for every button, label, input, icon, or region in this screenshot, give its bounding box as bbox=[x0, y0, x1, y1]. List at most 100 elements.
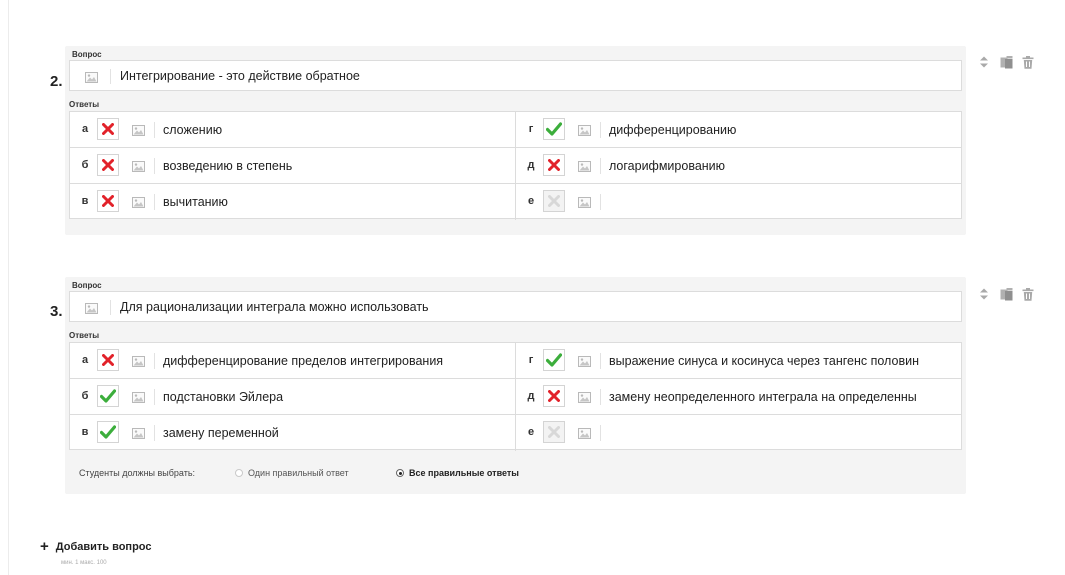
answer-text[interactable]: логарифмированию bbox=[609, 159, 725, 173]
cross-icon[interactable] bbox=[97, 190, 119, 212]
check-icon[interactable] bbox=[543, 349, 565, 371]
cross-icon[interactable] bbox=[97, 154, 119, 176]
image-icon[interactable] bbox=[132, 390, 145, 408]
question-field[interactable]: Для рационализации интеграла можно испол… bbox=[69, 291, 962, 322]
image-icon[interactable] bbox=[578, 123, 591, 141]
add-question-button[interactable]: + Добавить вопрос bbox=[40, 538, 152, 555]
divider bbox=[600, 353, 601, 369]
question-block: 3. Вопрос Для рационализации интеграла м… bbox=[50, 277, 966, 494]
copy-icon[interactable] bbox=[999, 287, 1013, 301]
divider bbox=[600, 122, 601, 138]
radio-dot-selected[interactable] bbox=[396, 469, 404, 477]
answer-letter: д bbox=[527, 390, 535, 402]
copy-icon[interactable] bbox=[999, 55, 1013, 69]
question-tools bbox=[977, 55, 1035, 69]
trash-icon[interactable] bbox=[1021, 287, 1035, 301]
answer-letter: г bbox=[528, 354, 534, 366]
image-icon[interactable] bbox=[132, 426, 145, 444]
image-icon[interactable] bbox=[578, 159, 591, 177]
divider bbox=[154, 194, 155, 210]
divider bbox=[600, 158, 601, 174]
left-divider bbox=[8, 0, 9, 575]
cross-icon[interactable] bbox=[543, 154, 565, 176]
answer-text[interactable]: дифференцирование пределов интегрировани… bbox=[163, 354, 443, 368]
question-field[interactable]: Интегрирование - это действие обратное bbox=[69, 60, 962, 91]
check-icon[interactable] bbox=[97, 421, 119, 443]
radio-dot[interactable] bbox=[235, 469, 243, 477]
image-icon[interactable] bbox=[578, 354, 591, 372]
answer-text[interactable]: замену неопределенного интеграла на опре… bbox=[609, 390, 917, 404]
answer-row: д логарифмированию bbox=[516, 148, 961, 184]
answer-row: д замену неопределенного интеграла на опр… bbox=[516, 379, 961, 415]
question-text[interactable]: Интегрирование - это действие обратное bbox=[120, 69, 360, 83]
divider bbox=[600, 425, 601, 441]
question-text[interactable]: Для рационализации интеграла можно испол… bbox=[120, 300, 429, 314]
cross-icon[interactable] bbox=[543, 385, 565, 407]
image-icon[interactable] bbox=[132, 354, 145, 372]
answer-letter: б bbox=[81, 390, 89, 402]
move-icon[interactable] bbox=[977, 55, 991, 69]
divider bbox=[110, 300, 111, 315]
divider bbox=[600, 194, 601, 210]
divider bbox=[600, 389, 601, 405]
students-choice-label: Студенты должны выбрать: bbox=[79, 468, 196, 478]
answers-label: Ответы bbox=[69, 100, 100, 109]
image-icon[interactable] bbox=[132, 195, 145, 213]
answer-text[interactable]: вычитанию bbox=[163, 195, 228, 209]
answer-text[interactable]: замену переменной bbox=[163, 426, 279, 440]
radio-label: Один правильный ответ bbox=[248, 468, 349, 478]
image-icon[interactable] bbox=[578, 390, 591, 408]
answer-letter: а bbox=[81, 123, 89, 135]
plus-icon: + bbox=[40, 538, 49, 555]
divider bbox=[110, 69, 111, 84]
image-icon[interactable] bbox=[132, 123, 145, 141]
answer-row: а дифференцирование пределов интегрирован… bbox=[70, 343, 516, 379]
answer-row: г дифференцированию bbox=[516, 112, 961, 148]
image-icon[interactable] bbox=[132, 159, 145, 177]
divider bbox=[154, 425, 155, 441]
radio-all-correct[interactable]: Все правильные ответы bbox=[396, 468, 519, 478]
question-label: Вопрос bbox=[72, 50, 102, 59]
answer-text[interactable]: сложению bbox=[163, 123, 222, 137]
answer-row: б подстановки Эйлера bbox=[70, 379, 516, 415]
answers-label: Ответы bbox=[69, 331, 100, 340]
answers-grid: а дифференцирование пределов интегрирован… bbox=[69, 342, 962, 451]
trash-icon[interactable] bbox=[1021, 55, 1035, 69]
answers-grid: а сложению б возведению в степень в вычитанию… bbox=[69, 111, 962, 220]
answer-letter: а bbox=[81, 354, 89, 366]
move-icon[interactable] bbox=[977, 287, 991, 301]
question-label: Вопрос bbox=[72, 281, 102, 290]
cross-icon[interactable] bbox=[97, 349, 119, 371]
answer-row: а сложению bbox=[70, 112, 516, 148]
answer-text[interactable]: подстановки Эйлера bbox=[163, 390, 283, 404]
answer-text[interactable]: выражение синуса и косинуса через танген… bbox=[609, 354, 919, 368]
check-icon[interactable] bbox=[543, 118, 565, 140]
answer-row: в замену переменной bbox=[70, 415, 516, 451]
image-icon[interactable] bbox=[578, 195, 591, 213]
divider bbox=[154, 122, 155, 138]
image-icon[interactable] bbox=[85, 70, 98, 88]
answer-row: в вычитанию bbox=[70, 184, 516, 220]
divider bbox=[154, 158, 155, 174]
image-icon[interactable] bbox=[85, 301, 98, 319]
radio-one-correct[interactable]: Один правильный ответ bbox=[235, 468, 349, 478]
cross-icon[interactable] bbox=[97, 118, 119, 140]
answer-text[interactable]: дифференцированию bbox=[609, 123, 736, 137]
question-limit-hint: мин. 1 макс. 100 bbox=[61, 560, 107, 566]
students-choice-row: Студенты должны выбрать: Один правильный… bbox=[65, 460, 966, 488]
question-tools bbox=[977, 287, 1035, 301]
image-icon[interactable] bbox=[578, 426, 591, 444]
answer-row: е bbox=[516, 184, 961, 220]
cross-disabled-icon[interactable] bbox=[543, 190, 565, 212]
answer-letter: в bbox=[81, 195, 89, 207]
divider bbox=[154, 389, 155, 405]
question-number: 3. bbox=[50, 303, 63, 320]
answer-row: б возведению в степень bbox=[70, 148, 516, 184]
answer-letter: г bbox=[528, 123, 534, 135]
answer-row: г выражение синуса и косинуса через танге… bbox=[516, 343, 961, 379]
check-icon[interactable] bbox=[97, 385, 119, 407]
cross-disabled-icon[interactable] bbox=[543, 421, 565, 443]
question-block: 2. Вопрос Интегрирование - это действие … bbox=[50, 46, 966, 235]
answer-letter: в bbox=[81, 426, 89, 438]
answer-text[interactable]: возведению в степень bbox=[163, 159, 292, 173]
